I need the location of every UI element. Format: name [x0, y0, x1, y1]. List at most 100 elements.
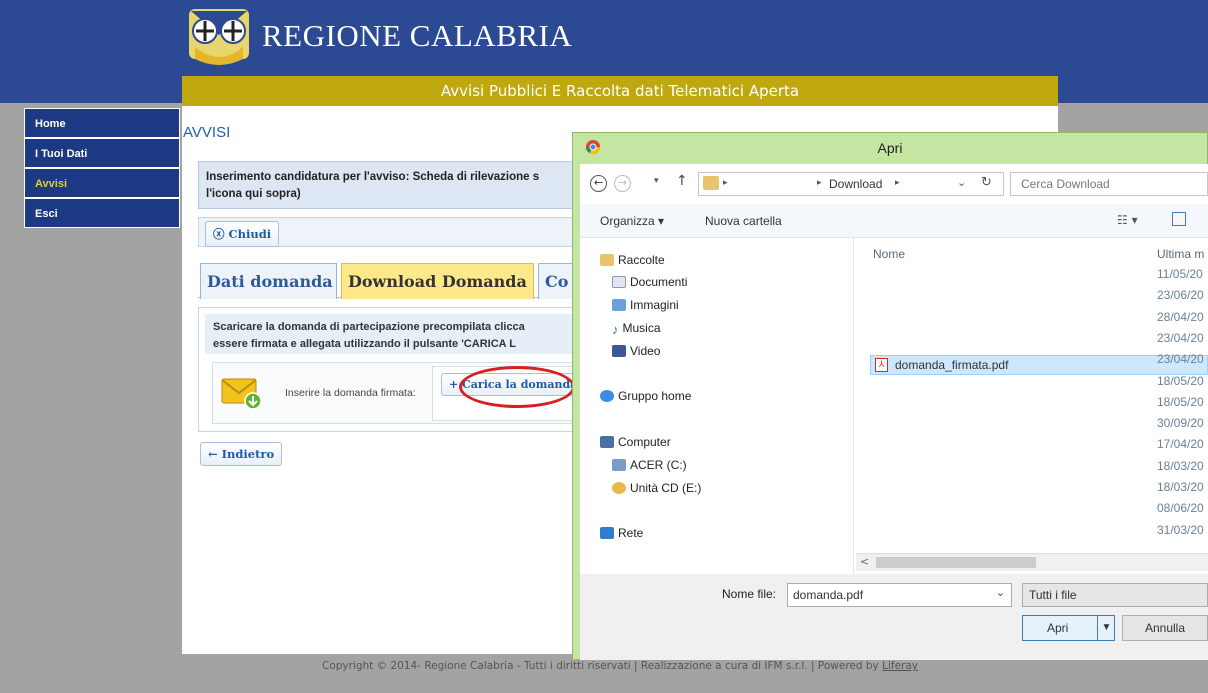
- up-arrow-icon[interactable]: ↑: [676, 173, 688, 189]
- file-name: domanda_firmata.pdf: [895, 358, 1009, 372]
- nav-unita-cd-label: Unità CD (E:): [630, 481, 702, 495]
- column-header-date[interactable]: Ultima m: [1157, 247, 1204, 261]
- file-date[interactable]: 18/05/20: [1157, 374, 1204, 388]
- preview-pane-icon[interactable]: [1172, 212, 1186, 226]
- recent-dropdown-icon[interactable]: ▾: [654, 176, 659, 186]
- nav-item-home[interactable]: Home: [24, 108, 180, 138]
- file-list: [855, 238, 1208, 574]
- instructions-line1: Scaricare la domanda di partecipazione p…: [213, 321, 525, 333]
- nav-rete[interactable]: Rete: [600, 526, 643, 540]
- scroll-left-icon[interactable]: <: [860, 555, 869, 568]
- nav-gruppo-home[interactable]: Gruppo home: [600, 389, 691, 403]
- file-date[interactable]: 23/04/20: [1157, 352, 1204, 366]
- organize-button[interactable]: Organizza ▾: [600, 214, 664, 228]
- drive-icon: [612, 459, 626, 471]
- nav-video[interactable]: Video: [612, 344, 660, 358]
- horizontal-scrollbar[interactable]: <: [856, 553, 1208, 571]
- close-bar: ⓧ Chiudi: [198, 217, 583, 247]
- nav-raccolte[interactable]: Raccolte: [600, 253, 665, 267]
- copyright-text: Copyright © 2014- Regione Calabria - Tut…: [321, 660, 879, 672]
- filename-label: Nome file:: [722, 587, 777, 601]
- nav-unita-cd[interactable]: Unità CD (E:): [612, 481, 701, 495]
- section-title: AVVISI: [183, 124, 231, 141]
- file-date[interactable]: 11/05/20: [1157, 267, 1203, 281]
- nav-immagini[interactable]: Immagini: [612, 298, 679, 312]
- dialog-title: Apri: [877, 140, 903, 156]
- file-date[interactable]: 23/04/20: [1157, 331, 1204, 345]
- organize-label: Organizza: [600, 214, 655, 228]
- address-bar[interactable]: ▸ ▸ Download ▸ ⌄ ↻: [698, 172, 1004, 196]
- path-segment-download[interactable]: Download: [829, 177, 882, 191]
- cd-drive-icon: [612, 482, 626, 494]
- close-label: Chiudi: [228, 227, 272, 241]
- nav-musica-label: Musica: [622, 321, 661, 335]
- chevron-right-icon: ▸: [723, 178, 728, 188]
- envelope-download-icon: [221, 378, 262, 410]
- page-subtitle: Avvisi Pubblici E Raccolta dati Telemati…: [182, 76, 1058, 106]
- pdf-file-icon: ⅄: [875, 358, 888, 372]
- nav-item-avvisi[interactable]: Avvisi: [24, 168, 180, 198]
- open-button[interactable]: Apri ▼: [1022, 615, 1115, 641]
- view-options-icon[interactable]: ☷ ▾: [1117, 213, 1138, 227]
- computer-icon: [600, 436, 614, 448]
- close-circle-icon: ⓧ: [213, 227, 229, 241]
- nav-acer-c[interactable]: ACER (C:): [612, 458, 687, 472]
- file-date[interactable]: 08/06/20: [1157, 501, 1204, 515]
- nav-raccolte-label: Raccolte: [618, 253, 665, 267]
- documents-icon: [612, 276, 626, 288]
- arrow-left-icon: ←: [208, 447, 222, 461]
- open-dropdown-icon[interactable]: ▼: [1097, 616, 1115, 640]
- nav-computer[interactable]: Computer: [600, 435, 671, 449]
- cancel-button[interactable]: Annulla: [1122, 615, 1208, 641]
- folder-download-icon: [703, 176, 719, 190]
- chevron-right-icon: ▸: [895, 178, 900, 188]
- back-arrow-icon[interactable]: ←: [590, 175, 607, 192]
- instructions-line2: essere firmata e allegata utilizzando il…: [213, 338, 516, 350]
- search-input[interactable]: Cerca Download: [1010, 172, 1208, 196]
- nav-rete-label: Rete: [618, 526, 644, 540]
- file-date[interactable]: 31/03/20: [1157, 523, 1204, 537]
- new-folder-button[interactable]: Nuova cartella: [705, 214, 782, 228]
- filetype-select[interactable]: Tutti i file: [1022, 583, 1208, 607]
- liferay-link[interactable]: Liferay: [882, 660, 918, 672]
- tab-dati-domanda[interactable]: Dati domanda: [200, 263, 337, 299]
- instructions-box: Scaricare la domanda di partecipazione p…: [205, 314, 577, 354]
- file-date[interactable]: 18/03/20: [1157, 480, 1204, 494]
- footer-copyright: Copyright © 2014- Regione Calabria - Tut…: [182, 660, 1058, 672]
- chevron-right-icon: ▸: [817, 178, 822, 188]
- open-button-label: Apri: [1047, 621, 1069, 635]
- file-date[interactable]: 18/05/20: [1157, 395, 1204, 409]
- nav-gruppo-home-label: Gruppo home: [618, 389, 692, 403]
- nav-documenti-label: Documenti: [630, 275, 688, 289]
- filename-value: domanda.pdf: [793, 588, 864, 602]
- nav-item-esci[interactable]: Esci: [24, 198, 180, 228]
- dialog-toolbar: Organizza ▾ Nuova cartella ☷ ▾: [580, 204, 1208, 238]
- highlight-annotation: [459, 366, 575, 408]
- tab-download-domanda[interactable]: Download Domanda: [341, 263, 534, 299]
- refresh-icon[interactable]: ↻: [981, 175, 992, 190]
- file-date[interactable]: 17/04/20: [1157, 437, 1204, 451]
- forward-arrow-icon[interactable]: →: [614, 175, 631, 192]
- nav-item-i-tuoi-dati[interactable]: I Tuoi Dati: [24, 138, 180, 168]
- nav-acer-c-label: ACER (C:): [630, 458, 687, 472]
- file-date[interactable]: 28/04/20: [1157, 310, 1204, 324]
- file-date[interactable]: 18/03/20: [1157, 459, 1204, 473]
- site-title: REGIONE CALABRIA: [262, 18, 573, 53]
- network-icon: [600, 527, 614, 539]
- path-dropdown-icon[interactable]: ⌄: [957, 176, 966, 189]
- nav-musica[interactable]: ♪ Musica: [612, 321, 661, 337]
- back-label: Indietro: [221, 447, 275, 461]
- notice-text-line2: l'icona qui sopra): [206, 188, 301, 200]
- homegroup-icon: [600, 390, 614, 402]
- library-icon: [600, 254, 614, 266]
- column-header-name[interactable]: Nome: [873, 247, 905, 261]
- file-date[interactable]: 23/06/20: [1157, 288, 1204, 302]
- filename-input[interactable]: domanda.pdf ⌄: [787, 583, 1012, 607]
- notice-text-line1: Inserimento candidatura per l'avviso: Sc…: [206, 171, 540, 183]
- close-button[interactable]: ⓧ Chiudi: [205, 221, 280, 247]
- back-button[interactable]: ← Indietro: [200, 442, 283, 466]
- filename-dropdown-icon[interactable]: ⌄: [996, 586, 1005, 599]
- nav-documenti[interactable]: Documenti: [612, 275, 687, 289]
- scroll-thumb[interactable]: [876, 557, 1036, 568]
- file-date[interactable]: 30/09/20: [1157, 416, 1204, 430]
